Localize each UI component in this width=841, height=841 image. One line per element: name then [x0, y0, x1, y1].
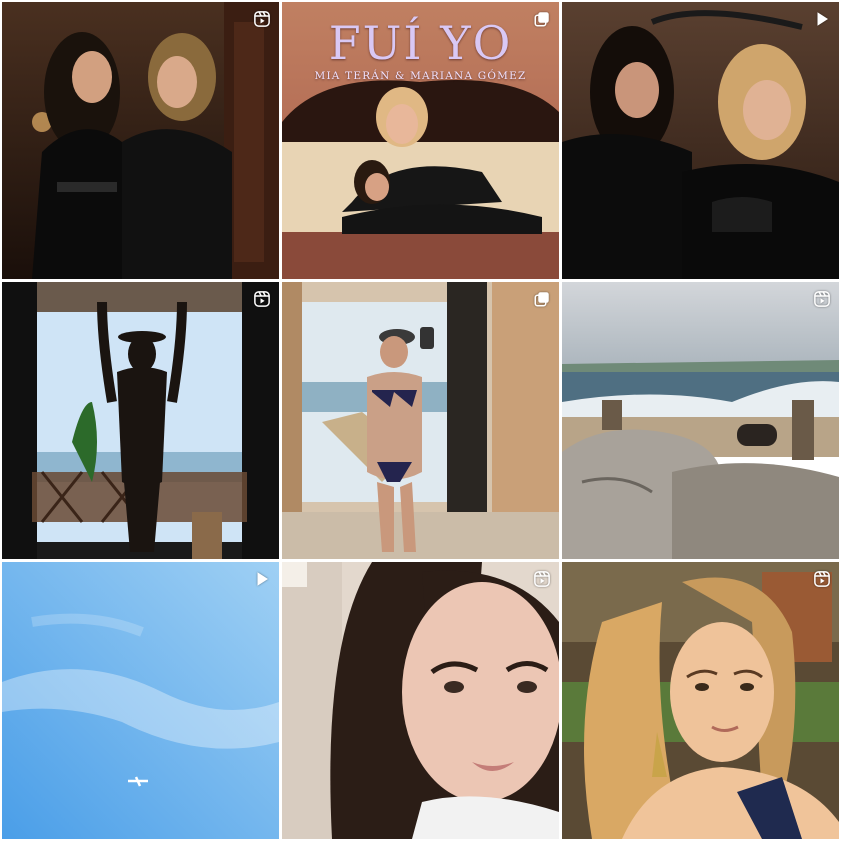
reels-icon — [253, 10, 271, 28]
post-tile-2[interactable]: FUÍ YO MIA TERÁN & MARIANA GÓMEZ — [282, 2, 559, 279]
post-thumbnail-9 — [562, 562, 839, 839]
carousel-icon — [533, 290, 551, 308]
post-thumbnail-8 — [282, 562, 559, 839]
reels-icon — [813, 570, 831, 588]
post-tile-8[interactable] — [282, 562, 559, 839]
post-thumbnail-5 — [282, 282, 559, 559]
post-tile-3[interactable] — [562, 2, 839, 279]
post-thumbnail-1 — [2, 2, 279, 279]
post-tile-7[interactable] — [2, 562, 279, 839]
post-thumbnail-6 — [562, 282, 839, 559]
cover-title: FUÍ YO — [328, 16, 513, 70]
carousel-icon — [533, 10, 551, 28]
post-tile-5[interactable] — [282, 282, 559, 559]
post-thumbnail-3 — [562, 2, 839, 279]
post-thumbnail-7 — [2, 562, 279, 839]
post-tile-9[interactable] — [562, 562, 839, 839]
reels-icon — [253, 290, 271, 308]
reels-icon — [813, 290, 831, 308]
cover-subtitle: MIA TERÁN & MARIANA GÓMEZ — [314, 70, 527, 82]
play-icon — [813, 10, 831, 28]
post-tile-4[interactable] — [2, 282, 279, 559]
post-tile-6[interactable] — [562, 282, 839, 559]
reels-icon — [533, 570, 551, 588]
post-tile-1[interactable] — [2, 2, 279, 279]
profile-post-grid: FUÍ YO MIA TERÁN & MARIANA GÓMEZ — [0, 0, 841, 841]
play-icon — [253, 570, 271, 588]
post-thumbnail-4 — [2, 282, 279, 559]
